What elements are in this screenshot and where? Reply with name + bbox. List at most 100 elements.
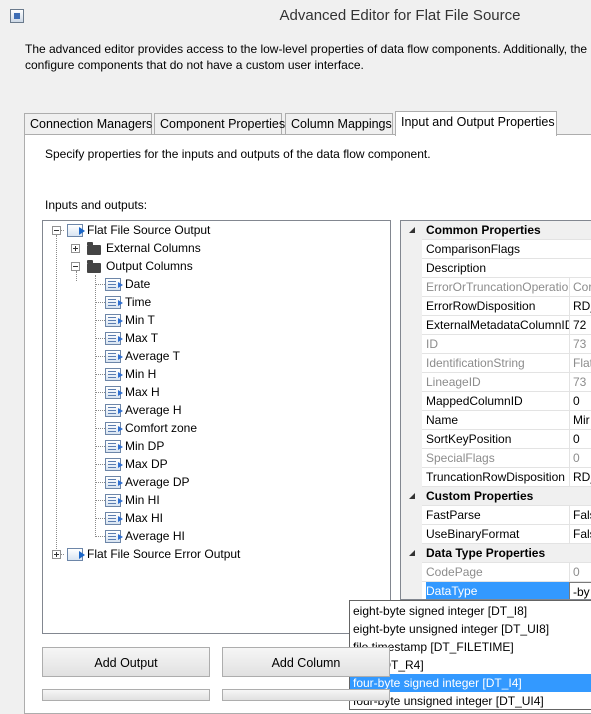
property-row[interactable]: SpecialFlags 0 <box>401 449 591 468</box>
property-row[interactable]: ComparisonFlags <box>401 240 591 259</box>
window-title: Advanced Editor for Flat File Source <box>279 7 521 24</box>
property-row[interactable]: ErrorRowDisposition RD_ <box>401 297 591 316</box>
property-row[interactable]: ID 73 <box>401 335 591 354</box>
column-icon <box>105 476 123 489</box>
tree-item-external-columns[interactable]: External Columns <box>106 239 201 257</box>
datatype-option[interactable]: eight-byte signed integer [DT_I8] <box>350 602 591 620</box>
expand-toggle[interactable] <box>52 226 61 235</box>
property-value[interactable]: RD_ <box>569 468 591 486</box>
property-row[interactable]: DataType -by <box>401 582 591 599</box>
tab-input-output-properties[interactable]: Input and Output Properties <box>395 111 557 136</box>
property-value[interactable]: -by <box>569 582 591 599</box>
tree-item-column[interactable]: Average H <box>125 401 181 419</box>
property-value[interactable]: Fals <box>569 506 591 524</box>
property-name: SpecialFlags <box>426 451 495 465</box>
property-gutter <box>401 221 422 240</box>
add-output-button[interactable]: Add Output <box>42 647 210 677</box>
inputs-outputs-label: Inputs and outputs: <box>45 198 148 212</box>
property-value[interactable]: Fals <box>569 525 591 543</box>
collapse-arrow-icon[interactable] <box>409 493 415 499</box>
property-category[interactable]: Data Type Properties <box>401 544 591 563</box>
property-row[interactable]: Description <box>401 259 591 278</box>
property-name: ComparisonFlags <box>426 242 521 256</box>
property-name: ExternalMetadataColumnID <box>426 318 569 332</box>
column-icon <box>105 494 123 507</box>
tree-item-flat-file-source-output[interactable]: Flat File Source Output <box>87 221 210 239</box>
tree-item-column[interactable]: Comfort zone <box>125 419 197 437</box>
property-name: Name <box>426 413 459 427</box>
property-value[interactable]: 72 <box>569 316 591 334</box>
property-name: CodePage <box>426 565 483 579</box>
property-value[interactable]: 0 <box>569 430 591 448</box>
tree-item-column[interactable]: Average HI <box>125 527 185 545</box>
property-name: ErrorRowDisposition <box>426 299 536 313</box>
tab-component-properties[interactable]: Component Properties <box>154 113 285 135</box>
property-row[interactable]: MappedColumnID 0 <box>401 392 591 411</box>
property-row[interactable]: Name Mir <box>401 411 591 430</box>
tree-guide <box>95 302 105 303</box>
property-gutter <box>401 487 422 506</box>
tree-item-column[interactable]: Min T <box>125 311 155 329</box>
tree-item-column[interactable]: Max H <box>125 383 160 401</box>
tree-item-column[interactable]: Max DP <box>125 455 168 473</box>
property-name: FastParse <box>426 508 481 522</box>
property-row[interactable]: ExternalMetadataColumnID 72 <box>401 316 591 335</box>
tab-column-mappings[interactable]: Column Mappings <box>285 113 393 135</box>
property-grid[interactable]: Common Properties ComparisonFlags Descript… <box>400 220 591 600</box>
property-row[interactable]: ErrorOrTruncationOperatio Cor <box>401 278 591 297</box>
expand-toggle[interactable] <box>52 550 61 559</box>
property-name: Description <box>426 261 487 275</box>
tree-item-column[interactable]: Min HI <box>125 491 160 509</box>
tree-item-column[interactable]: Min H <box>125 365 156 383</box>
column-icon <box>105 440 123 453</box>
inputs-outputs-tree[interactable]: Flat File Source Output External Columns… <box>42 220 391 634</box>
tree-guide <box>95 338 105 339</box>
tree-item-column[interactable]: Date <box>125 275 150 293</box>
collapse-arrow-icon[interactable] <box>409 550 415 556</box>
tree-item-column[interactable]: Max T <box>125 329 158 347</box>
property-row[interactable]: UseBinaryFormat Fals <box>401 525 591 544</box>
property-row[interactable]: IdentificationString Flat <box>401 354 591 373</box>
tree-item-column[interactable]: Time <box>125 293 151 311</box>
tree-item-flat-file-source-error-output[interactable]: Flat File Source Error Output <box>87 545 240 563</box>
column-icon <box>105 278 123 291</box>
property-name: Common Properties <box>426 223 541 237</box>
tree-item-column[interactable]: Average DP <box>125 473 189 491</box>
property-row[interactable]: TruncationRowDisposition RD_ <box>401 468 591 487</box>
collapse-arrow-icon[interactable] <box>409 227 415 233</box>
expand-toggle[interactable] <box>71 262 80 271</box>
add-column-button[interactable]: Add Column <box>222 647 390 677</box>
tree-guide <box>95 482 105 483</box>
tab-connection-managers[interactable]: Connection Managers <box>24 113 152 135</box>
property-name: LineageID <box>426 375 481 389</box>
expand-toggle[interactable] <box>71 244 80 253</box>
remove-column-button[interactable] <box>222 689 390 701</box>
specify-text: Specify properties for the inputs and ou… <box>45 147 431 161</box>
output-icon <box>67 548 85 561</box>
property-gutter <box>401 430 422 449</box>
property-name: DataType <box>426 582 569 599</box>
tree-guide <box>95 518 105 519</box>
datatype-option[interactable]: eight-byte unsigned integer [DT_UI8] <box>350 620 591 638</box>
property-row[interactable]: CodePage 0 <box>401 563 591 582</box>
property-row[interactable]: SortKeyPosition 0 <box>401 430 591 449</box>
property-gutter <box>401 582 422 599</box>
tree-item-column[interactable]: Average T <box>125 347 180 365</box>
property-row[interactable]: FastParse Fals <box>401 506 591 525</box>
property-value[interactable]: Mir <box>569 411 591 429</box>
property-category[interactable]: Common Properties <box>401 221 591 240</box>
column-icon <box>105 332 123 345</box>
property-gutter <box>401 449 422 468</box>
property-value: 73 <box>569 373 591 391</box>
property-name: SortKeyPosition <box>426 432 512 446</box>
tree-item-output-columns[interactable]: Output Columns <box>106 257 193 275</box>
tree-item-column[interactable]: Max HI <box>125 509 163 527</box>
property-gutter <box>401 335 422 354</box>
tree-item-column[interactable]: Min DP <box>125 437 164 455</box>
property-row[interactable]: LineageID 73 <box>401 373 591 392</box>
remove-output-button[interactable] <box>42 689 210 701</box>
property-category[interactable]: Custom Properties <box>401 487 591 506</box>
property-value[interactable]: 0 <box>569 392 591 410</box>
column-icon <box>105 350 123 363</box>
property-value[interactable]: RD_ <box>569 297 591 315</box>
